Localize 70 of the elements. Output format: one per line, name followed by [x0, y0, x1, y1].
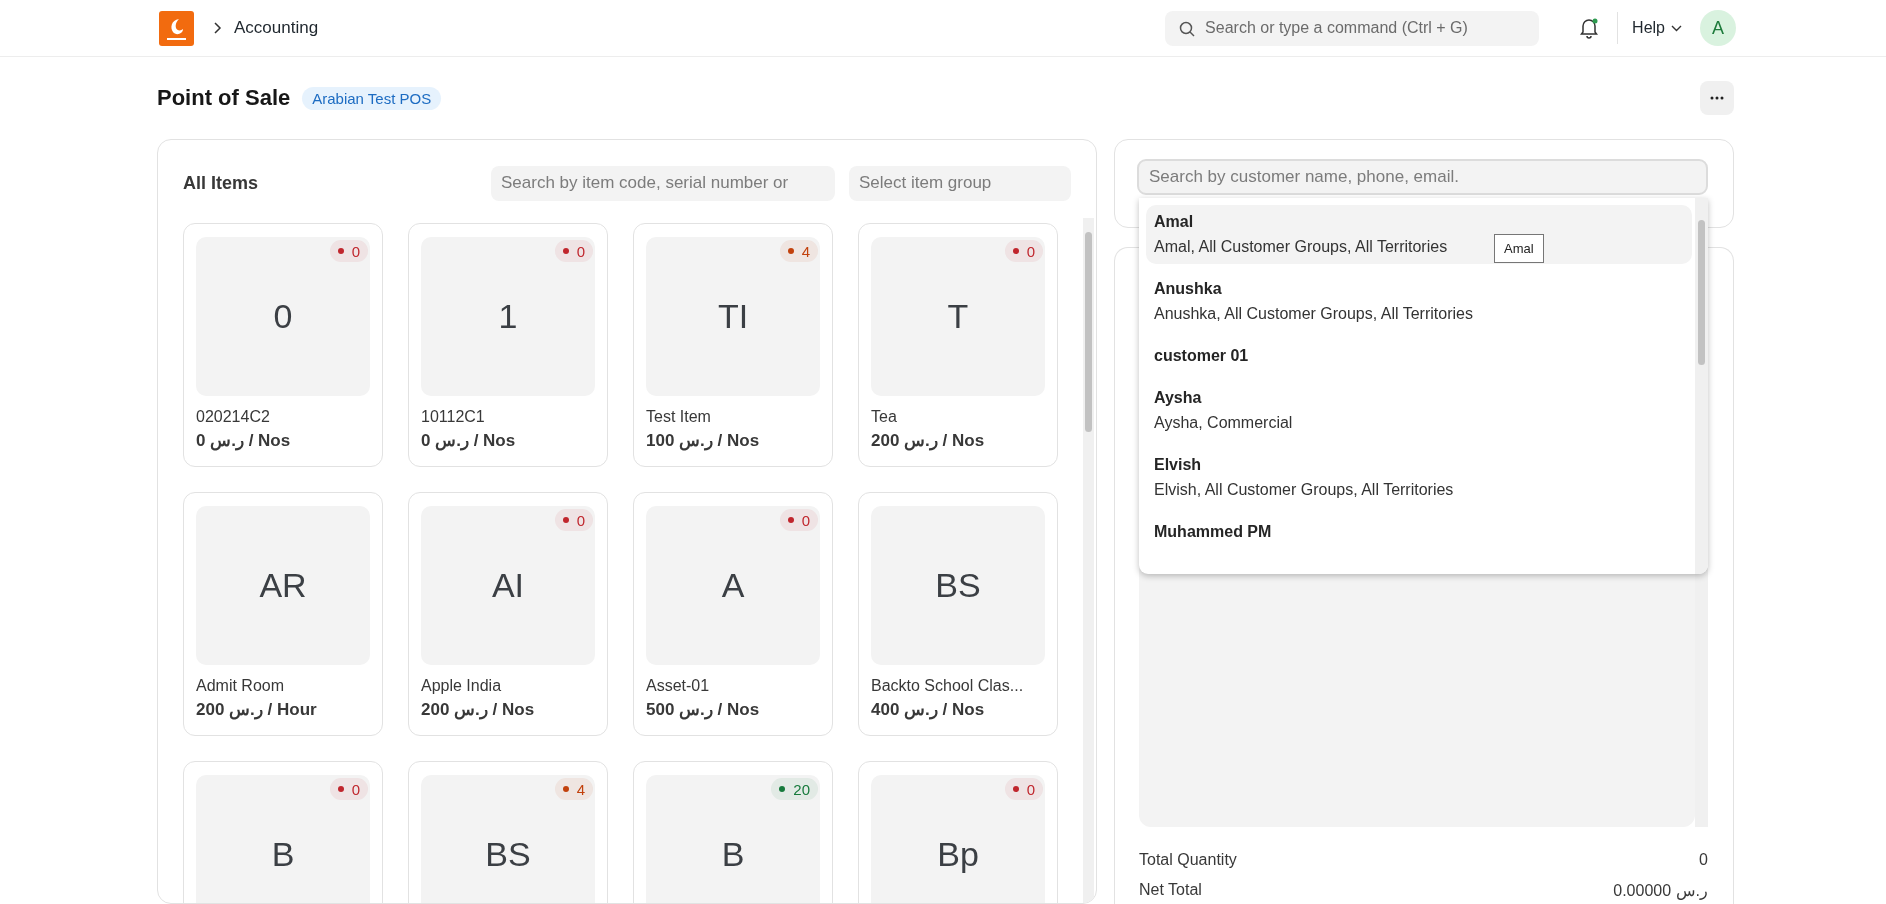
total-label: Total Quantity	[1139, 851, 1237, 869]
item-initials: AI	[491, 566, 525, 605]
item-search-field[interactable]: Search by item code, serial number or	[491, 165, 835, 201]
stock-badge: 0	[554, 240, 593, 262]
item-initials: B	[271, 835, 295, 874]
item-initials: BS	[485, 835, 531, 874]
chevron-right-icon	[212, 22, 222, 34]
stock-badge: 0	[779, 509, 818, 531]
total-label: Net Total	[1139, 881, 1202, 900]
pos-profile-badge: Arabian Test POS	[302, 86, 442, 110]
breadcrumb-link[interactable]: Accounting	[234, 18, 319, 38]
user-avatar[interactable]: A	[1700, 10, 1736, 46]
stock-badge: 0	[554, 509, 593, 531]
scrollbar[interactable]	[1083, 218, 1094, 903]
help-menu-button[interactable]: Help	[1632, 19, 1682, 37]
stock-badge: 4	[554, 778, 593, 800]
ellipsis-icon	[1710, 96, 1724, 100]
item-name: Apple India	[421, 677, 503, 695]
item-card[interactable]: B 0	[183, 761, 383, 903]
item-initials: AR	[259, 566, 307, 605]
item-card[interactable]: BS 4	[408, 761, 608, 903]
item-name: 020214C2	[196, 408, 271, 426]
item-group-field[interactable]: Select item group	[849, 165, 1071, 201]
item-name: 10112C1	[421, 408, 486, 426]
stock-badge: 4	[779, 240, 818, 262]
item-price: ر.س 100 / Nos	[646, 430, 761, 451]
customer-option[interactable]: customer 01	[1146, 339, 1692, 373]
more-options-button[interactable]	[1700, 81, 1734, 115]
app-logo-icon[interactable]	[159, 10, 194, 46]
bell-icon[interactable]	[1579, 17, 1600, 39]
item-initials: BS	[935, 566, 981, 605]
item-price: ر.س 200 / Nos	[871, 430, 986, 451]
stock-badge: 0	[329, 240, 368, 262]
total-value: 0	[1699, 851, 1708, 869]
stock-badge: 20	[771, 778, 818, 800]
item-initials: TI	[717, 297, 749, 336]
item-initials: Bp	[937, 835, 979, 874]
item-price: ر.س 200 / Hour	[196, 699, 318, 720]
search-field[interactable]: Search or type a command (Ctrl + G)	[1165, 10, 1540, 46]
stock-badge: 0	[329, 778, 368, 800]
item-card[interactable]: Bp 0	[858, 761, 1058, 903]
stock-badge: 0	[1004, 778, 1043, 800]
item-name: Admit Room	[196, 677, 286, 695]
item-name: Test Item	[646, 408, 712, 426]
customer-option[interactable]: Anushka Anushka, All Customer Groups, All Territories	[1146, 272, 1692, 331]
tooltip: Amal	[1494, 234, 1544, 263]
item-initials: T	[947, 297, 969, 336]
item-price: ر.س 0 / Nos	[421, 430, 517, 451]
customer-option[interactable]: Elvish Elvish, All Customer Groups, All Territories	[1146, 448, 1692, 507]
customer-option[interactable]: Muhammed PM	[1146, 515, 1692, 549]
item-card[interactable]: B 20	[633, 761, 833, 903]
item-price: ر.س 500 / Nos	[646, 699, 761, 720]
customer-search-field[interactable]: Search by customer name, phone, email.	[1137, 159, 1708, 195]
item-price: ر.س 0 / Nos	[196, 430, 292, 451]
item-name: Tea	[871, 408, 898, 426]
item-price: ر.س 200 / Nos	[421, 699, 536, 720]
item-initials: 0	[273, 297, 293, 336]
panel-title: All Items	[183, 172, 259, 194]
item-price: ر.س 400 / Nos	[871, 699, 986, 720]
customer-option[interactable]: Aysha Aysha, Commercial	[1146, 381, 1692, 440]
item-initials: 1	[498, 297, 518, 336]
chevron-down-icon	[1671, 24, 1682, 32]
scrollbar[interactable]	[1695, 198, 1708, 574]
stock-badge: 0	[1004, 240, 1043, 262]
page-title: Point of Sale	[157, 85, 291, 111]
total-value: ر.س 0.00000	[1613, 881, 1708, 900]
item-name: Asset-01	[646, 677, 711, 695]
item-initials: A	[721, 566, 745, 605]
item-name: Backto School Clas...	[871, 677, 1025, 695]
item-initials: B	[721, 835, 745, 874]
